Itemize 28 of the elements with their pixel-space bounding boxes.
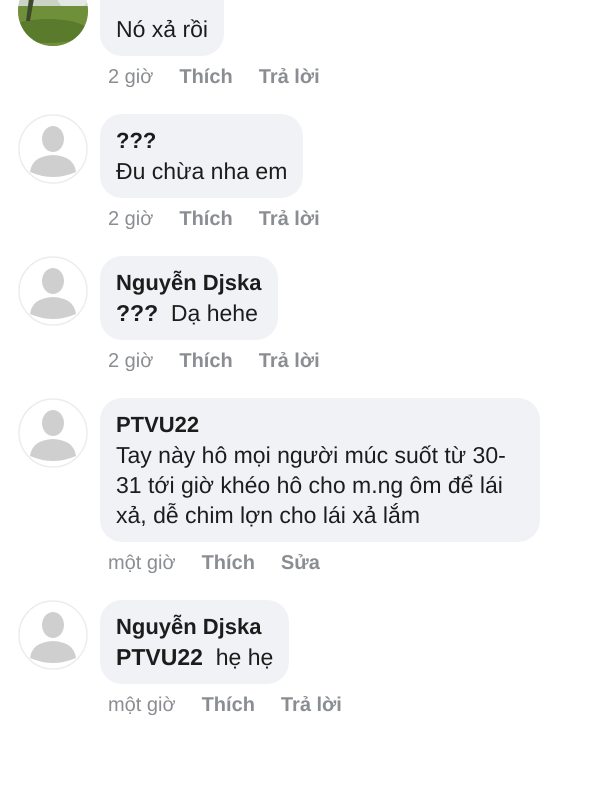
comment-text: PTVU22 hẹ hẹ bbox=[116, 643, 274, 672]
author-name[interactable]: PTVU22 bbox=[116, 410, 524, 440]
author-name[interactable]: ??? bbox=[116, 126, 288, 156]
comment-time: một giờ bbox=[108, 551, 176, 576]
like-link[interactable]: Thích bbox=[179, 206, 233, 232]
comment-text: Nó xả rồi bbox=[116, 15, 208, 44]
avatar-icon[interactable] bbox=[18, 398, 88, 468]
reply-link[interactable]: Trả lời bbox=[258, 348, 320, 374]
author-name[interactable]: Nguyễn Djska bbox=[116, 268, 262, 298]
avatar-icon[interactable] bbox=[18, 114, 88, 184]
comment-time: 2 giờ bbox=[108, 349, 154, 374]
comment-text: Tay này hô mọi người múc suốt từ 30-31 tới giờ khéo hô cho m.ng ôm để lái xả, dễ chim lợn cho lái xả lắm bbox=[116, 441, 507, 530]
like-link[interactable]: Thích bbox=[202, 550, 255, 576]
reply-link[interactable]: Sửa bbox=[280, 550, 320, 576]
like-link[interactable]: Thích bbox=[179, 64, 233, 90]
comment-time: 2 giờ bbox=[108, 207, 154, 232]
reply-link[interactable]: Trả lời bbox=[280, 692, 342, 718]
author-name[interactable]: Nguyễn Djska bbox=[116, 612, 274, 642]
comment-text: Đu chừa nha em bbox=[116, 157, 288, 186]
like-link[interactable]: Thích bbox=[202, 692, 255, 718]
comment-time: 2 giờ bbox=[108, 65, 154, 90]
comment-time: một giờ bbox=[108, 693, 176, 718]
reply-link[interactable]: Trả lời bbox=[258, 206, 320, 232]
reply-link[interactable]: Trả lời bbox=[258, 64, 320, 90]
like-link[interactable]: Thích bbox=[179, 348, 233, 374]
avatar-icon[interactable] bbox=[18, 600, 88, 670]
avatar-icon[interactable] bbox=[18, 256, 88, 326]
comment-text: ??? Dạ hehe bbox=[116, 299, 259, 328]
